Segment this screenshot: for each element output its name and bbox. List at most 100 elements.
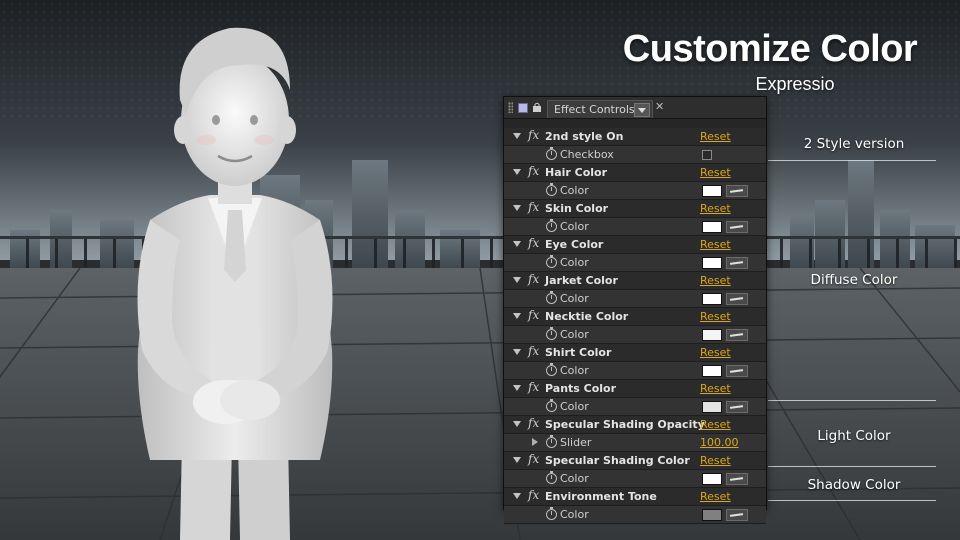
stopwatch-icon[interactable] <box>546 255 557 268</box>
effect-row[interactable]: fx Pants Color Reset <box>504 380 766 398</box>
fx-icon[interactable]: fx <box>528 272 539 286</box>
fx-icon[interactable]: fx <box>528 200 539 214</box>
property-row[interactable]: Slider 100.00 <box>504 434 766 452</box>
property-row[interactable]: Color <box>504 398 766 416</box>
page-subtitle: Expressio <box>755 74 835 94</box>
stopwatch-icon[interactable] <box>546 219 557 232</box>
reset-link[interactable]: Reset <box>700 382 731 395</box>
reset-link[interactable]: Reset <box>700 418 731 431</box>
expand-arrow-icon[interactable] <box>532 438 538 446</box>
tab-menu-dropdown[interactable] <box>634 103 650 117</box>
stopwatch-icon[interactable] <box>546 327 557 340</box>
reset-link[interactable]: Reset <box>700 202 731 215</box>
stopwatch-icon[interactable] <box>546 399 557 412</box>
color-swatch[interactable] <box>702 329 722 341</box>
property-row[interactable]: Color <box>504 470 766 488</box>
effect-label: Eye Color <box>545 238 604 251</box>
color-swatch[interactable] <box>702 221 722 233</box>
side-label-style-version: 2 Style version <box>803 136 905 152</box>
effect-row[interactable]: fx Jarket Color Reset <box>504 272 766 290</box>
expand-triangle-icon[interactable] <box>513 457 521 463</box>
property-row[interactable]: Color <box>504 506 766 524</box>
effect-row[interactable]: fx Skin Color Reset <box>504 200 766 218</box>
expand-triangle-icon[interactable] <box>513 493 521 499</box>
fx-icon[interactable]: fx <box>528 380 539 394</box>
expand-triangle-icon[interactable] <box>513 313 521 319</box>
expand-triangle-icon[interactable] <box>513 205 521 211</box>
color-swatch[interactable] <box>702 365 722 377</box>
reset-link[interactable]: Reset <box>700 490 731 503</box>
stopwatch-icon[interactable] <box>546 471 557 484</box>
eyedropper-icon[interactable] <box>726 329 748 341</box>
expand-triangle-icon[interactable] <box>513 241 521 247</box>
effect-row[interactable]: fx Specular Shading Color Reset <box>504 452 766 470</box>
slider-value[interactable]: 100.00 <box>700 436 739 449</box>
fx-icon[interactable]: fx <box>528 236 539 250</box>
effect-row[interactable]: fx 2nd style On Reset <box>504 128 766 146</box>
stopwatch-icon[interactable] <box>546 183 557 196</box>
property-row[interactable]: Color <box>504 218 766 236</box>
reset-link[interactable]: Reset <box>700 310 731 323</box>
property-row[interactable]: Color <box>504 290 766 308</box>
close-icon[interactable]: ✕ <box>655 100 664 113</box>
eyedropper-icon[interactable] <box>726 221 748 233</box>
lock-icon[interactable] <box>532 102 542 112</box>
color-swatch[interactable] <box>702 185 722 197</box>
fx-icon[interactable]: fx <box>528 488 539 502</box>
color-swatch[interactable] <box>702 293 722 305</box>
color-swatch[interactable] <box>702 509 722 521</box>
fx-icon[interactable]: fx <box>528 308 539 322</box>
color-swatch[interactable] <box>702 473 722 485</box>
reset-link[interactable]: Reset <box>700 238 731 251</box>
eyedropper-icon[interactable] <box>726 257 748 269</box>
expand-triangle-icon[interactable] <box>513 421 521 427</box>
reset-link[interactable]: Reset <box>700 274 731 287</box>
expand-triangle-icon[interactable] <box>513 133 521 139</box>
fx-icon[interactable]: fx <box>528 416 539 430</box>
eyedropper-icon[interactable] <box>726 473 748 485</box>
tab-effect-controls[interactable]: Effect Controls <box>547 100 653 118</box>
reset-link[interactable]: Reset <box>700 454 731 467</box>
property-row[interactable]: Color <box>504 254 766 272</box>
effect-row[interactable]: fx Environment Tone Reset <box>504 488 766 506</box>
color-swatch[interactable] <box>702 257 722 269</box>
effect-row[interactable]: fx Hair Color Reset <box>504 164 766 182</box>
grip-icon[interactable] <box>508 102 513 113</box>
effect-row[interactable]: fx Specular Shading Opacity Reset <box>504 416 766 434</box>
color-swatch[interactable] <box>702 401 722 413</box>
effect-row[interactable]: fx Necktie Color Reset <box>504 308 766 326</box>
reset-link[interactable]: Reset <box>700 130 731 143</box>
property-label: Color <box>560 256 589 269</box>
fx-icon[interactable]: fx <box>528 344 539 358</box>
stopwatch-icon[interactable] <box>546 147 557 160</box>
property-label: Slider <box>560 436 592 449</box>
side-divider <box>768 466 936 467</box>
property-row[interactable]: Color <box>504 362 766 380</box>
eyedropper-icon[interactable] <box>726 401 748 413</box>
stopwatch-icon[interactable] <box>546 291 557 304</box>
property-row[interactable]: Color <box>504 182 766 200</box>
stopwatch-icon[interactable] <box>546 435 557 448</box>
expand-triangle-icon[interactable] <box>513 349 521 355</box>
stopwatch-icon[interactable] <box>546 363 557 376</box>
effect-row[interactable]: fx Shirt Color Reset <box>504 344 766 362</box>
property-label: Color <box>560 508 589 521</box>
property-label: Color <box>560 472 589 485</box>
fx-icon[interactable]: fx <box>528 452 539 466</box>
property-row[interactable]: Color <box>504 326 766 344</box>
eyedropper-icon[interactable] <box>726 185 748 197</box>
eyedropper-icon[interactable] <box>726 365 748 377</box>
eyedropper-icon[interactable] <box>726 509 748 521</box>
fx-icon[interactable]: fx <box>528 128 539 142</box>
property-row[interactable]: Checkbox <box>504 146 766 164</box>
reset-link[interactable]: Reset <box>700 166 731 179</box>
expand-triangle-icon[interactable] <box>513 169 521 175</box>
expand-triangle-icon[interactable] <box>513 277 521 283</box>
style-checkbox[interactable] <box>702 150 712 160</box>
effect-row[interactable]: fx Eye Color Reset <box>504 236 766 254</box>
stopwatch-icon[interactable] <box>546 507 557 520</box>
eyedropper-icon[interactable] <box>726 293 748 305</box>
fx-icon[interactable]: fx <box>528 164 539 178</box>
expand-triangle-icon[interactable] <box>513 385 521 391</box>
reset-link[interactable]: Reset <box>700 346 731 359</box>
